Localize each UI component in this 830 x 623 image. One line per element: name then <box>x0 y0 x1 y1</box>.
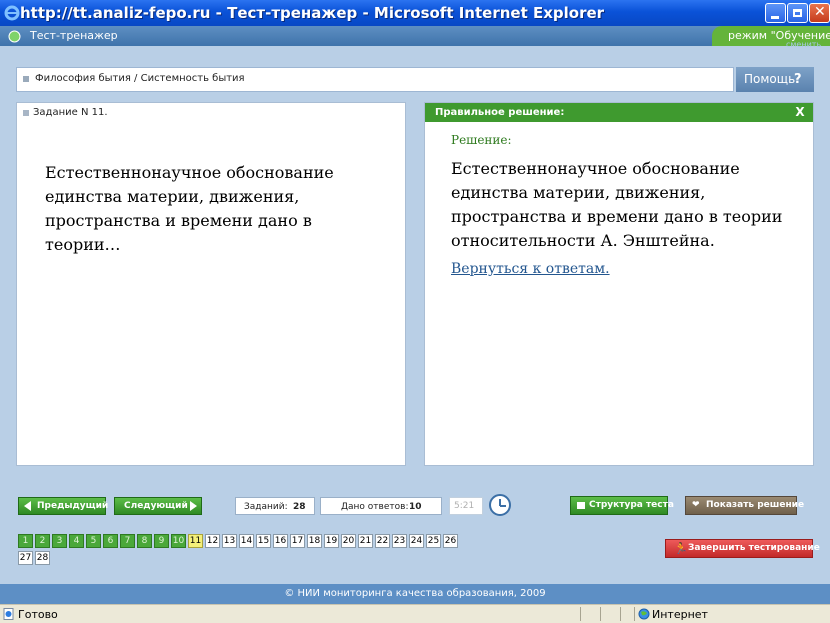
question-number-2[interactable]: 2 <box>35 534 50 548</box>
arrow-right-icon <box>190 501 197 511</box>
close-solution-button[interactable]: X <box>787 104 813 121</box>
question-number-21[interactable]: 21 <box>358 534 373 548</box>
solution-label: Решение: <box>451 133 512 147</box>
app-name: Тест-тренажер <box>30 29 118 42</box>
tasks-count-box: Заданий: 28 <box>235 497 315 515</box>
bullet-icon <box>23 76 29 82</box>
question-number-18[interactable]: 18 <box>307 534 322 548</box>
question-number-20[interactable]: 20 <box>341 534 356 548</box>
solution-text: Естественнонаучное обоснование единства … <box>451 159 783 250</box>
breadcrumb-text: Философия бытия / Системность бытия <box>35 73 245 84</box>
test-structure-button[interactable]: Структура теста <box>570 496 674 515</box>
bullet-icon <box>23 110 29 116</box>
tasks-label: Заданий: <box>244 502 288 512</box>
prev-button[interactable]: Предыдущий <box>18 497 109 515</box>
help-button[interactable]: Помощь ? <box>736 67 814 92</box>
question-number-7[interactable]: 7 <box>120 534 135 548</box>
window-titlebar: http://tt.analiz-fepo.ru - Тест-тренажер… <box>0 0 830 26</box>
mode-change-link[interactable]: сменить <box>786 40 821 49</box>
timer-display: 5:21 <box>449 497 483 515</box>
question-number-13[interactable]: 13 <box>222 534 237 548</box>
question-number-19[interactable]: 19 <box>324 534 339 548</box>
page-icon <box>3 608 14 620</box>
question-number-24[interactable]: 24 <box>409 534 424 548</box>
close-icon: ✕ <box>814 4 826 20</box>
question-number-23[interactable]: 23 <box>392 534 407 548</box>
solution-header: Правильное решение: X <box>425 103 813 122</box>
clock-icon[interactable] <box>489 494 511 516</box>
task-panel: Задание N 11. Естественнонаучное обоснов… <box>16 102 406 466</box>
question-mark-icon: ? <box>794 72 802 87</box>
question-text: Естественнонаучное обоснование единства … <box>45 163 334 254</box>
status-bar: Готово Интернет <box>0 604 830 623</box>
answered-label: Дано ответов: <box>341 502 409 512</box>
question-number-9[interactable]: 9 <box>154 534 169 548</box>
tasks-count: 28 <box>293 502 306 512</box>
answered-count: 10 <box>409 502 422 512</box>
question-navigator: 1 2 3 4 5 6 7 8 9 10 11 12 13 14 15 16 17 18 19 20 21 22 23 24 2… <box>18 534 468 568</box>
question-number-28[interactable]: 28 <box>35 551 50 565</box>
solution-panel: Правильное решение: X Решение: Естествен… <box>424 102 814 466</box>
task-number: Задание N 11. <box>33 107 108 118</box>
question-number-17[interactable]: 17 <box>290 534 305 548</box>
solution-header-title: Правильное решение: <box>435 107 565 118</box>
question-number-22[interactable]: 22 <box>375 534 390 548</box>
question-number-4[interactable]: 4 <box>69 534 84 548</box>
runner-icon: 🏃 <box>674 542 688 555</box>
minimize-icon <box>771 16 779 19</box>
arrow-left-icon <box>24 501 31 511</box>
maximize-icon <box>793 9 802 17</box>
question-number-16[interactable]: 16 <box>273 534 288 548</box>
question-number-6[interactable]: 6 <box>103 534 118 548</box>
finish-test-label: Завершить тестирование <box>688 543 820 553</box>
test-structure-label: Структура теста <box>589 500 674 510</box>
minimize-button[interactable] <box>765 3 786 23</box>
structure-icon <box>577 502 585 509</box>
question-number-1[interactable]: 1 <box>18 534 33 548</box>
heart-icon: ❤ <box>692 500 700 510</box>
back-to-answers-link[interactable]: Вернуться к ответам. <box>451 261 610 277</box>
question-number-5[interactable]: 5 <box>86 534 101 548</box>
copyright-text: © НИИ мониторинга качества образования, … <box>284 588 546 599</box>
question-number-8[interactable]: 8 <box>137 534 152 548</box>
show-solution-button[interactable]: ❤ Показать решение <box>685 496 804 515</box>
question-number-10[interactable]: 10 <box>171 534 186 548</box>
internet-globe-icon <box>638 608 650 620</box>
security-zone: Интернет <box>652 608 708 621</box>
next-label: Следующий <box>124 501 188 511</box>
question-number-14[interactable]: 14 <box>239 534 254 548</box>
finish-test-button[interactable]: 🏃 Завершить тестирование <box>665 539 820 558</box>
status-ready: Готово <box>18 608 58 621</box>
question-number-25[interactable]: 25 <box>426 534 441 548</box>
help-label: Помощь <box>744 72 796 86</box>
task-header: Задание N 11. <box>17 103 405 123</box>
app-header: Тест-тренажер <box>0 26 830 46</box>
question-number-26[interactable]: 26 <box>443 534 458 548</box>
question-number-27[interactable]: 27 <box>18 551 33 565</box>
prev-label: Предыдущий <box>37 501 109 511</box>
close-window-button[interactable]: ✕ <box>809 3 830 23</box>
window-title: http://tt.analiz-fepo.ru - Тест-тренажер… <box>20 4 605 22</box>
app-logo-icon <box>8 30 21 43</box>
question-number-11[interactable]: 11 <box>188 534 203 548</box>
question-number-12[interactable]: 12 <box>205 534 220 548</box>
question-number-3[interactable]: 3 <box>52 534 67 548</box>
timer-value: 5:21 <box>454 501 475 511</box>
ie-logo-icon <box>4 5 20 21</box>
maximize-button[interactable] <box>787 3 808 23</box>
answered-count-box: Дано ответов: 10 <box>320 497 442 515</box>
question-number-15[interactable]: 15 <box>256 534 271 548</box>
breadcrumb: Философия бытия / Системность бытия <box>16 67 734 92</box>
show-solution-label: Показать решение <box>706 500 805 510</box>
footer: © НИИ мониторинга качества образования, … <box>0 584 830 604</box>
next-button[interactable]: Следующий <box>114 497 202 515</box>
